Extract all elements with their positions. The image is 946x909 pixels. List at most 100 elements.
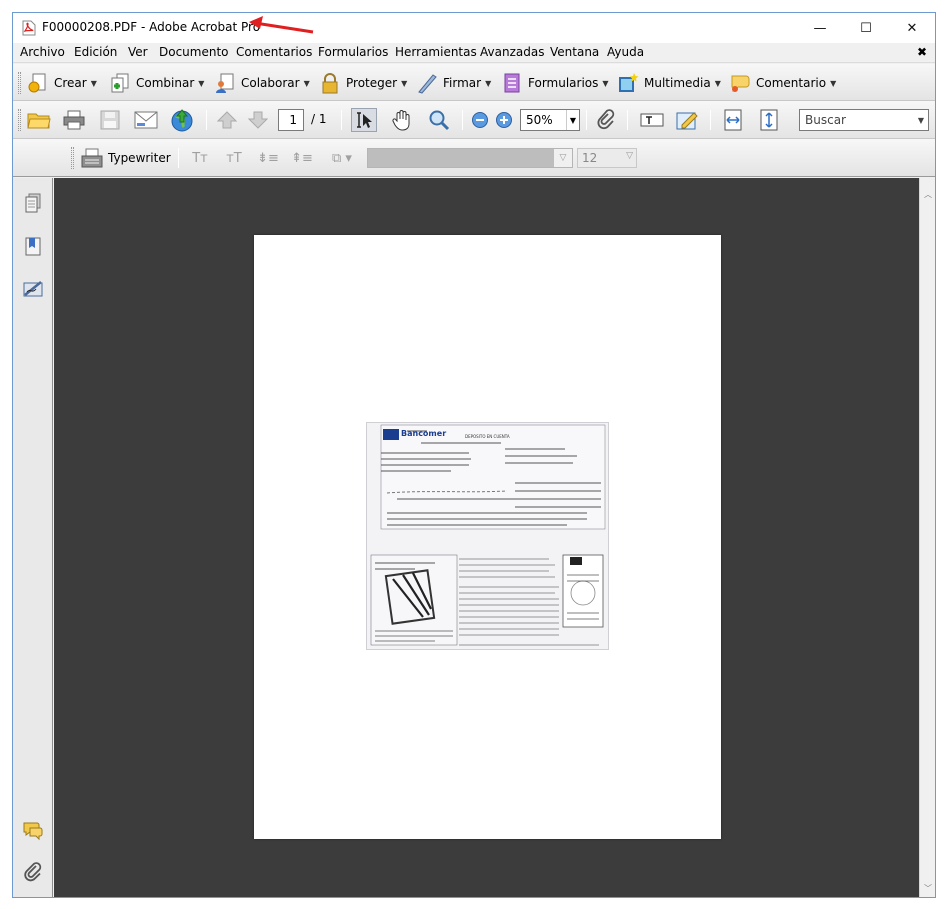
fit-page-button[interactable]	[756, 108, 782, 132]
email-button[interactable]	[133, 108, 159, 132]
close-button[interactable]: ✕	[889, 13, 935, 43]
menu-ayuda[interactable]: Ayuda	[607, 45, 644, 59]
maximize-button[interactable]: ☐	[843, 13, 889, 43]
toolbar-separator	[178, 148, 179, 168]
hand-icon	[392, 110, 410, 131]
text-smaller-icon: Tт	[192, 150, 208, 166]
create-pdf-icon	[28, 73, 46, 93]
minimize-button[interactable]: —	[797, 13, 843, 43]
menu-archivo[interactable]: Archivo	[20, 45, 65, 59]
formularios-label: Formularios	[528, 76, 599, 90]
pdf-file-icon	[22, 20, 36, 36]
open-button[interactable]	[26, 108, 52, 132]
scroll-up-icon[interactable]: ︿	[920, 186, 935, 202]
bookmarks-panel-icon[interactable]	[22, 235, 44, 257]
upload-web-button[interactable]	[169, 108, 195, 132]
font-size-value: 12	[582, 151, 598, 165]
increase-line-spacing-button[interactable]: ⇞≡	[289, 146, 315, 170]
zoom-value: 50%	[526, 113, 553, 127]
decrease-line-spacing-button[interactable]: ⇟≡	[255, 146, 281, 170]
text-field-button[interactable]	[639, 108, 665, 132]
toolbar-separator	[341, 110, 342, 130]
search-placeholder: Buscar	[805, 113, 846, 127]
previous-page-button[interactable]	[214, 108, 240, 132]
menu-documento[interactable]: Documento	[159, 45, 229, 59]
save-button[interactable]	[97, 108, 123, 132]
toolbar-separator	[586, 110, 587, 130]
chevron-down-icon[interactable]: ▼	[566, 110, 579, 130]
proteger-button[interactable]: Proteger ▼	[319, 71, 407, 95]
close-document-button[interactable]: ✖	[917, 45, 927, 59]
menu-comentarios[interactable]: Comentarios	[236, 45, 312, 59]
page-total: / 1	[311, 112, 327, 126]
combinar-button[interactable]: Combinar ▼	[109, 71, 204, 95]
receipt-title-text: DEPOSITO EN CUENTA	[465, 434, 510, 439]
next-page-button[interactable]	[245, 108, 271, 132]
print-button[interactable]	[61, 108, 87, 132]
toolbar-separator	[462, 110, 463, 130]
firmar-button[interactable]: Firmar ▼	[416, 71, 491, 95]
typewriter-toolbar: Typewriter Tт тT ⇟≡ ⇞≡ ⧉ ▾ ▽ 12 ▽	[13, 139, 935, 177]
toolbar-separator	[627, 110, 628, 130]
typewriter-button[interactable]: Typewriter	[81, 146, 171, 170]
chevron-down-icon[interactable]: ▽	[626, 151, 633, 161]
formularios-button[interactable]: Formularios ▼	[501, 71, 609, 95]
comments-panel-icon[interactable]	[22, 819, 44, 841]
printer-icon	[63, 110, 85, 130]
edit-form-button[interactable]	[675, 108, 701, 132]
toolbar-grip[interactable]	[18, 109, 21, 131]
chevron-down-icon[interactable]: ▽	[554, 149, 572, 167]
zoom-in-button[interactable]	[491, 108, 517, 132]
text-select-cursor-icon	[357, 112, 372, 128]
forms-icon	[504, 73, 520, 93]
increase-text-size-button[interactable]: тT	[221, 146, 247, 170]
navigation-toolbar: 1 / 1 50% ▼ Buscar ▼	[13, 101, 935, 139]
line-spacing-increase-icon: ⇞≡	[291, 150, 313, 166]
toolbar-separator	[206, 110, 207, 130]
scroll-down-icon[interactable]: ﹀	[920, 880, 935, 896]
menu-ventana[interactable]: Ventana	[550, 45, 599, 59]
chevron-down-icon[interactable]: ▼	[914, 110, 928, 130]
comentario-button[interactable]: Comentario ▼	[729, 71, 836, 95]
typewriter-label: Typewriter	[108, 151, 171, 165]
menu-ver[interactable]: Ver	[128, 45, 148, 59]
attachments-panel-icon[interactable]	[22, 861, 44, 883]
hand-tool-button[interactable]	[389, 108, 415, 132]
toolbar-grip[interactable]	[18, 72, 21, 94]
multimedia-label: Multimedia	[644, 76, 711, 90]
fit-page-icon	[760, 109, 778, 131]
paperclip-icon	[597, 109, 615, 130]
red-arrow-annotation-icon	[249, 16, 314, 34]
select-tool-button[interactable]	[351, 108, 377, 132]
menu-herramientas[interactable]: Herramientas	[395, 45, 477, 59]
toolbar-separator	[710, 110, 711, 130]
decrease-text-size-button[interactable]: Tт	[187, 146, 213, 170]
text-color-button[interactable]: ⧉ ▾	[324, 146, 360, 170]
zoom-level-select[interactable]: 50% ▼	[520, 109, 580, 131]
menu-bar: Archivo Edición Ver Documento Comentario…	[13, 43, 935, 63]
envelope-icon	[134, 111, 158, 129]
attach-file-button[interactable]	[593, 108, 619, 132]
vertical-scrollbar[interactable]: ︿ ﹀	[919, 178, 935, 897]
colaborar-button[interactable]: Colaborar ▼	[214, 71, 310, 95]
zoom-out-button[interactable]	[467, 108, 493, 132]
crear-label: Crear	[54, 76, 87, 90]
font-family-select[interactable]: ▽	[367, 148, 573, 168]
page-number-input[interactable]: 1	[278, 109, 304, 131]
multimedia-button[interactable]: Multimedia ▼	[617, 71, 721, 95]
menu-formularios[interactable]: Formularios	[318, 45, 388, 59]
arrow-up-icon	[217, 111, 237, 129]
receipt-scan-image	[367, 423, 608, 649]
search-input[interactable]: Buscar ▼	[799, 109, 929, 131]
fit-width-button[interactable]	[720, 108, 746, 132]
crear-button[interactable]: Crear ▼	[27, 71, 97, 95]
text-larger-icon: тT	[226, 150, 242, 166]
menu-avanzadas[interactable]: Avanzadas	[480, 45, 544, 59]
pages-panel-icon[interactable]	[22, 192, 44, 214]
toolbar-grip[interactable]	[71, 147, 74, 169]
document-area[interactable]: Bancomer DEPOSITO EN CUENTA	[54, 178, 919, 897]
menu-edicion[interactable]: Edición	[74, 45, 117, 59]
font-size-select[interactable]: 12 ▽	[577, 148, 637, 168]
marquee-zoom-button[interactable]	[426, 108, 452, 132]
signatures-panel-icon[interactable]	[22, 278, 44, 300]
